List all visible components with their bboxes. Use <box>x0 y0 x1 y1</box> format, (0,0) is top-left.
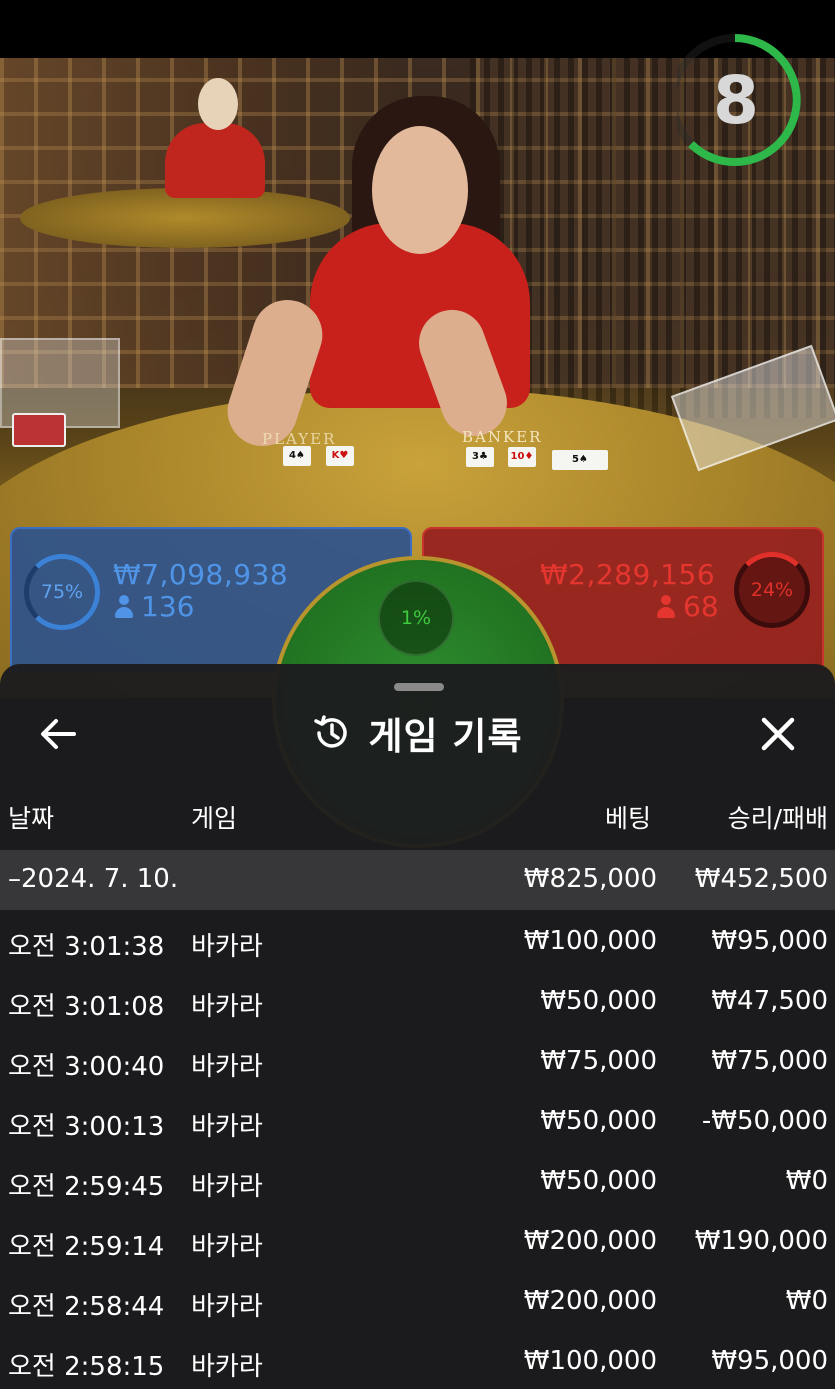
row-time: 오전 2:58:44 <box>8 1292 165 1322</box>
row-bet: ₩50,000 <box>540 986 657 1016</box>
row-bet: ₩200,000 <box>523 1226 657 1256</box>
row-bet: ₩75,000 <box>540 1046 657 1076</box>
row-win-loss: ₩0 <box>785 1286 828 1316</box>
row-bet: ₩200,000 <box>523 1286 657 1316</box>
row-time: 오전 3:01:38 <box>8 932 165 962</box>
background-dealer <box>165 123 265 198</box>
history-row[interactable]: 오전 2:58:15 바카라 ₩100,000 ₩95,000 <box>0 1332 835 1389</box>
user-icon <box>115 594 133 619</box>
column-header-game[interactable]: 게임 <box>191 799 237 835</box>
tie-percent: 1% <box>400 607 432 629</box>
history-row[interactable]: 오전 2:59:14 바카라 ₩200,000 ₩190,000 <box>0 1212 835 1272</box>
history-row[interactable]: 오전 2:58:44 바카라 ₩200,000 ₩0 <box>0 1272 835 1332</box>
history-row[interactable]: 오전 3:00:13 바카라 ₩50,000 -₩50,000 <box>0 1092 835 1152</box>
row-game: 바카라 <box>191 1292 263 1322</box>
history-row[interactable]: 오전 3:01:38 바카라 ₩100,000 ₩95,000 <box>0 912 835 972</box>
row-game: 바카라 <box>191 932 263 962</box>
tie-percent-ring: 1% <box>378 580 454 656</box>
summary-date: –2024. 7. 10. <box>8 864 179 894</box>
row-game: 바카라 <box>191 1052 263 1082</box>
player-bet-amount: ₩7,098,938 <box>113 558 289 591</box>
history-table-header: 날짜 게임 베팅 승리/패배 <box>0 799 835 839</box>
countdown-timer: 8 <box>669 30 807 170</box>
sheet-grabber[interactable] <box>394 683 444 691</box>
row-win-loss: ₩0 <box>785 1166 828 1196</box>
player-user-count: 136 <box>115 590 194 623</box>
row-game: 바카라 <box>191 1352 263 1382</box>
countdown-value: 8 <box>713 61 759 139</box>
row-bet: ₩100,000 <box>523 1346 657 1376</box>
row-time: 오전 2:59:14 <box>8 1232 165 1262</box>
player-users: 136 <box>141 590 195 623</box>
history-icon <box>314 715 348 748</box>
column-header-bet[interactable]: 베팅 <box>605 799 651 835</box>
user-icon <box>657 594 675 619</box>
row-game: 바카라 <box>191 992 263 1022</box>
row-time: 오전 2:58:15 <box>8 1352 165 1382</box>
close-icon <box>761 717 795 751</box>
row-game: 바카라 <box>191 1172 263 1202</box>
row-win-loss: ₩95,000 <box>711 1346 828 1376</box>
banker-user-count: 68 <box>657 590 719 623</box>
summary-bet: ₩825,000 <box>523 864 657 894</box>
row-time: 오전 3:00:13 <box>8 1112 165 1142</box>
row-game: 바카라 <box>191 1112 263 1142</box>
banker-card: 5♠ <box>552 450 608 470</box>
banker-percent-ring: 24% <box>734 552 810 628</box>
player-percent: 75% <box>40 581 84 603</box>
player-card: K♥ <box>326 446 354 466</box>
column-header-date[interactable]: 날짜 <box>8 799 54 835</box>
close-button[interactable] <box>756 712 800 756</box>
game-history-sheet: 게임 기록 날짜 게임 베팅 승리/패배 –2024. 7. 10. ₩825,… <box>0 664 835 1389</box>
player-card: 4♠ <box>283 446 311 466</box>
row-time: 오전 2:59:45 <box>8 1172 165 1202</box>
banker-bet-amount: ₩2,289,156 <box>540 558 716 591</box>
sheet-header: 게임 기록 <box>0 708 835 758</box>
row-bet: ₩100,000 <box>523 926 657 956</box>
player-percent-ring: 75% <box>24 554 100 630</box>
history-row[interactable]: 오전 3:01:08 바카라 ₩50,000 ₩47,500 <box>0 972 835 1032</box>
row-win-loss: -₩50,000 <box>701 1106 828 1136</box>
banker-card: 3♣ <box>466 447 494 467</box>
history-row[interactable]: 오전 3:00:40 바카라 ₩75,000 ₩75,000 <box>0 1032 835 1092</box>
row-win-loss: ₩190,000 <box>694 1226 828 1256</box>
dealer-head <box>372 126 468 254</box>
row-bet: ₩50,000 <box>540 1166 657 1196</box>
row-win-loss: ₩47,500 <box>711 986 828 1016</box>
summary-win-loss: ₩452,500 <box>694 864 828 894</box>
row-bet: ₩50,000 <box>540 1106 657 1136</box>
card-stack <box>12 413 66 447</box>
banker-users: 68 <box>683 590 719 623</box>
row-time: 오전 3:00:40 <box>8 1052 165 1082</box>
row-win-loss: ₩75,000 <box>711 1046 828 1076</box>
date-summary-row[interactable]: –2024. 7. 10. ₩825,000 ₩452,500 <box>0 850 835 910</box>
banker-table-label: BANKER <box>462 428 543 446</box>
banker-percent: 24% <box>750 579 794 601</box>
column-header-win-loss[interactable]: 승리/패배 <box>728 799 828 835</box>
sheet-title: 게임 기록 <box>368 715 523 758</box>
row-win-loss: ₩95,000 <box>711 926 828 956</box>
history-row[interactable]: 오전 2:59:45 바카라 ₩50,000 ₩0 <box>0 1152 835 1212</box>
banker-card: 10♦ <box>508 447 536 467</box>
row-time: 오전 3:01:08 <box>8 992 165 1022</box>
row-game: 바카라 <box>191 1232 263 1262</box>
background-dealer-head <box>198 78 238 130</box>
